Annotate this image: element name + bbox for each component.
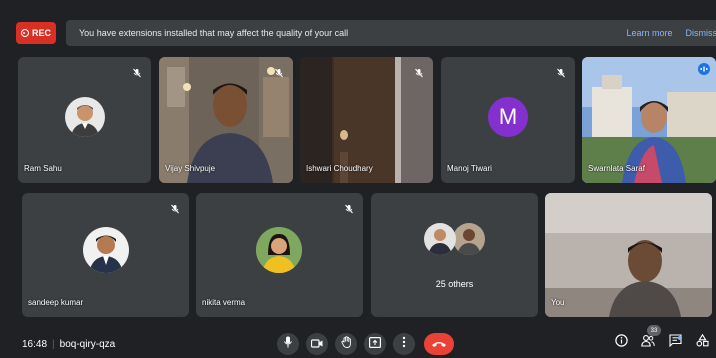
avatar xyxy=(424,223,456,255)
leave-call-button[interactable] xyxy=(424,333,454,355)
participant-name: nikita verma xyxy=(202,298,246,307)
raise-hand-button[interactable] xyxy=(335,333,357,355)
activities-button[interactable] xyxy=(694,333,710,352)
top-banner-area: REC You have extensions installed that m… xyxy=(16,20,716,46)
clock-time: 16:48 xyxy=(22,339,48,350)
participant-name: Vijay Shivpuje xyxy=(165,164,216,173)
people-button[interactable] xyxy=(640,335,656,351)
call-end-icon xyxy=(431,335,447,353)
mic-off-icon xyxy=(414,65,424,78)
activities-icon xyxy=(695,333,709,352)
hand-icon xyxy=(340,335,352,353)
avatar-initial: M xyxy=(498,104,518,129)
participant-name: sandeep kumar xyxy=(28,298,84,307)
meeting-details-button[interactable] xyxy=(613,334,629,352)
avatar xyxy=(256,227,302,273)
learn-more-link[interactable]: Learn more xyxy=(626,28,672,38)
divider: | xyxy=(52,339,55,350)
participant-tile-vijay-shivpuje[interactable]: Vijay Shivpuje xyxy=(159,57,293,183)
camera-button[interactable] xyxy=(306,333,328,355)
others-tile[interactable]: 25 others xyxy=(371,193,538,317)
microphone-button[interactable] xyxy=(277,333,299,355)
participant-name: Ram Sahu xyxy=(24,164,62,173)
avatar xyxy=(65,97,105,137)
self-video xyxy=(545,193,712,317)
record-icon xyxy=(20,29,29,37)
info-icon xyxy=(614,334,628,352)
meeting-code: boq-qiry-qza xyxy=(59,339,116,350)
participant-tile-manoj-tiwari[interactable]: M Manoj Tiwari xyxy=(441,57,575,183)
participant-tile-nikita-verma[interactable]: nikita verma xyxy=(196,193,363,317)
mic-off-icon xyxy=(132,65,142,78)
speaking-indicator-icon xyxy=(698,63,710,75)
self-label: You xyxy=(551,298,565,307)
participant-name: Swarnlata Saraf xyxy=(588,164,645,173)
chat-notification-dot xyxy=(678,336,682,340)
present-icon xyxy=(369,335,382,353)
participant-tile-swarnlata-saraf[interactable]: Swarnlata Saraf xyxy=(582,57,716,183)
rec-label: REC xyxy=(31,28,51,38)
mic-off-icon xyxy=(556,65,566,78)
chat-button[interactable] xyxy=(667,334,683,352)
present-screen-button[interactable] xyxy=(364,333,386,355)
camera-icon xyxy=(310,335,323,353)
self-view-tile[interactable]: You xyxy=(545,193,712,317)
chat-icon xyxy=(668,334,682,352)
mic-icon xyxy=(283,335,293,353)
extensions-warning-banner: You have extensions installed that may a… xyxy=(66,20,716,46)
avatar: M xyxy=(488,97,528,137)
dismiss-button[interactable]: Dismiss xyxy=(686,28,716,38)
mic-off-icon xyxy=(274,65,284,78)
others-count-label: 25 others xyxy=(435,279,474,289)
avatar xyxy=(453,223,485,255)
participant-tile-sandeep-kumar[interactable]: sandeep kumar xyxy=(22,193,189,317)
participant-name: Manoj Tiwari xyxy=(447,164,492,173)
meeting-info: 16:48 | boq-qiry-qza xyxy=(22,339,115,350)
banner-message: You have extensions installed that may a… xyxy=(79,28,349,38)
participant-tile-ishwari-choudhary[interactable]: Ishwari Choudhary xyxy=(300,57,433,183)
mic-off-icon xyxy=(170,201,180,214)
avatar xyxy=(83,227,129,273)
bottom-toolbar: 16:48 | boq-qiry-qza 33 xyxy=(0,325,716,358)
people-icon xyxy=(641,334,655,352)
mic-off-icon xyxy=(344,201,354,214)
participant-tile-ram-sahu[interactable]: Ram Sahu xyxy=(18,57,151,183)
more-vert-icon xyxy=(402,335,406,353)
participant-name: Ishwari Choudhary xyxy=(306,164,373,173)
recording-indicator: REC xyxy=(16,22,56,44)
more-options-button[interactable] xyxy=(393,333,415,355)
